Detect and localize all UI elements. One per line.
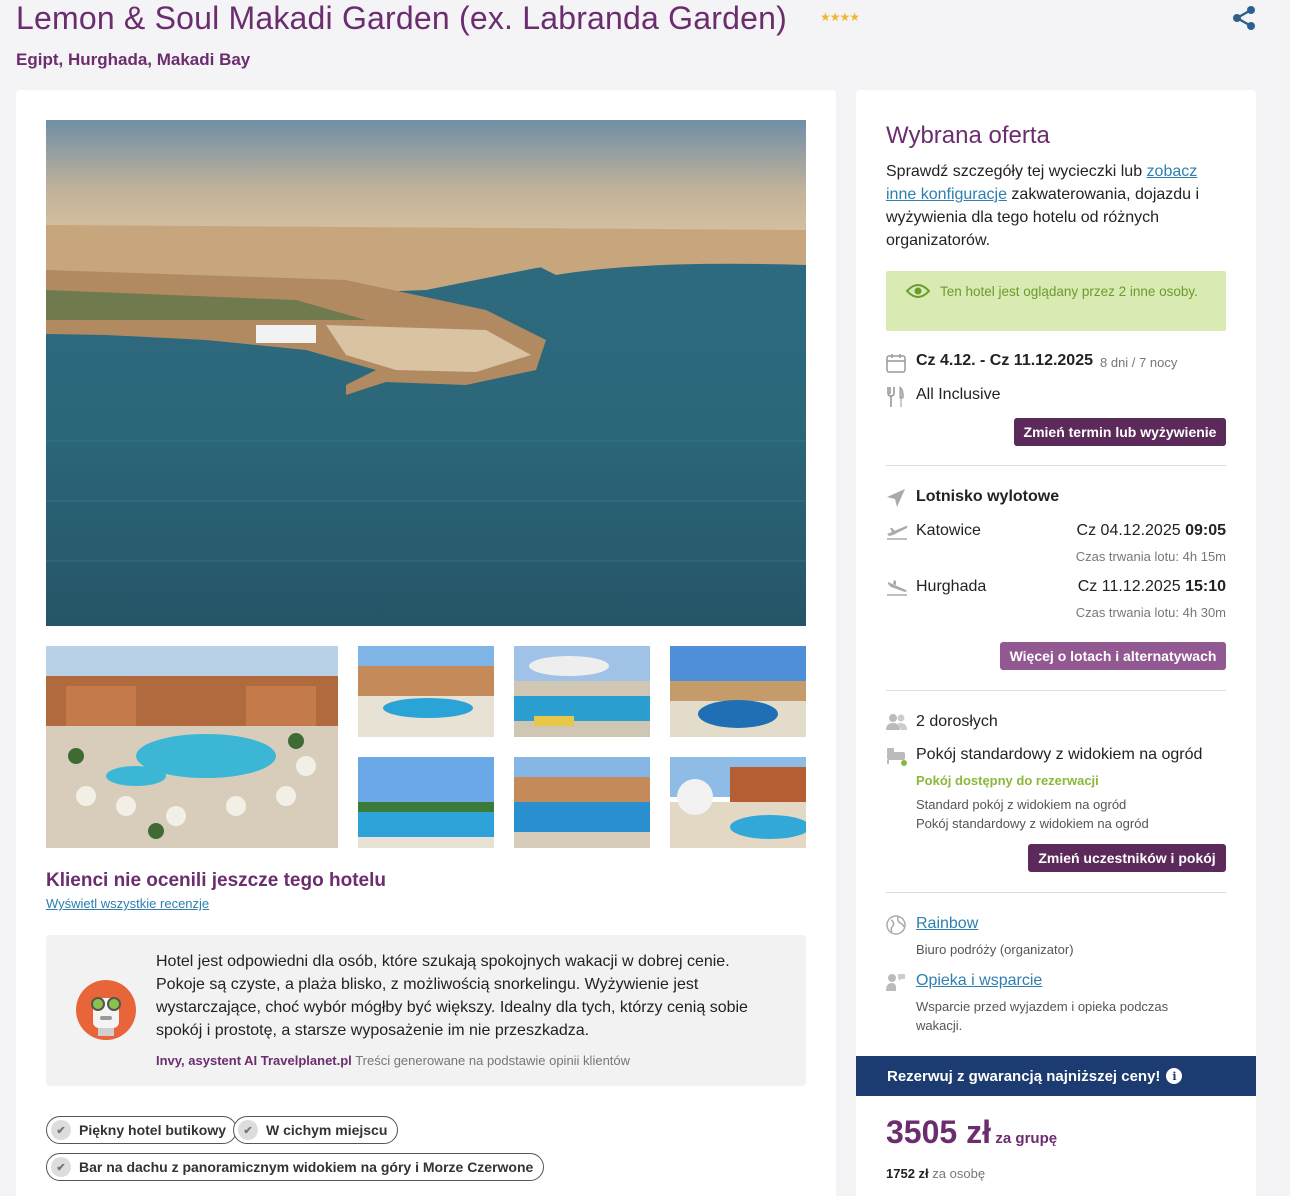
ai-author-note: Treści generowane na podstawie opinii kl… <box>355 1053 631 1068</box>
hotel-photo-thumb[interactable] <box>358 646 494 737</box>
ai-summary-author: Invy, asystent AI Travelplanet.pl Treści… <box>156 1053 630 1068</box>
hotel-title: Lemon & Soul Makadi Garden (ex. Labranda… <box>16 0 787 36</box>
hotel-feature-tag: ✔ Bar na dachu z panoramicznym widokiem n… <box>46 1153 545 1181</box>
location-arrow-icon <box>886 488 908 510</box>
outbound-city: Katowice <box>916 522 981 539</box>
room-name: Pokój standardowy z widokiem na ogród <box>916 746 1203 763</box>
bed-icon <box>886 746 908 768</box>
hotel-location: Egipt, Hurghada, Makadi Bay <box>16 50 251 69</box>
check-icon: ✔ <box>238 1120 258 1140</box>
selected-offer-card: Wybrana oferta Sprawdź szczegóły tej wyc… <box>856 90 1256 1196</box>
price-per-label: za grupę <box>995 1130 1058 1147</box>
more-flights-button[interactable]: Więcej o lotach i alternatywach <box>1000 642 1226 670</box>
info-icon[interactable]: i <box>1166 1068 1183 1084</box>
hotel-photo-thumb[interactable] <box>670 646 806 737</box>
divider <box>886 690 1226 691</box>
organizer-role: Biuro podróży (organizator) <box>916 942 1074 957</box>
hotel-photo-thumb[interactable] <box>514 757 650 848</box>
hotel-photo-thumb[interactable] <box>46 646 338 848</box>
check-icon: ✔ <box>51 1157 71 1177</box>
trip-duration: 8 dni / 7 nocy <box>1100 355 1178 370</box>
departure-airport-label: Lotnisko wylotowe <box>916 488 1060 505</box>
people-icon <box>886 713 908 735</box>
hotel-photo-thumb[interactable] <box>514 646 650 737</box>
ai-summary-text: Hotel jest odpowiedni dla osób, które sz… <box>156 953 748 1039</box>
divider <box>886 892 1226 893</box>
offer-description: Sprawdź szczegóły tej wycieczki lub zoba… <box>886 163 1200 249</box>
group-price: 3505 zł za grupę <box>886 1114 1057 1151</box>
all-reviews-link[interactable]: Wyświetl wszystkie recenzje <box>46 896 209 911</box>
room-detail: Pokój standardowy z widokiem na ogród <box>916 816 1149 831</box>
trip-dates: Cz 4.12. - Cz 11.12.2025 <box>916 352 1093 369</box>
room-detail: Standard pokój z widokiem na ogród <box>916 797 1127 812</box>
support-description: Wsparcie przed wyjazdem i opieka podczas… <box>916 999 1169 1033</box>
return-datetime: Cz 11.12.2025 15:10 <box>1077 578 1226 595</box>
hotel-gallery-card: Klienci nie ocenili jeszcze tego hotelu … <box>16 90 836 1196</box>
plane-takeoff-icon <box>886 522 908 544</box>
reviews-title: Klienci nie ocenili jeszcze tego hotelu <box>46 870 386 891</box>
ai-summary-box: Hotel jest odpowiedni dla osób, które sz… <box>46 935 806 1086</box>
fork-knife-icon <box>886 385 908 408</box>
viewers-text: Ten hotel jest oglądany przez 2 inne oso… <box>940 284 1198 299</box>
check-icon: ✔ <box>51 1120 71 1140</box>
hotel-photo-thumb[interactable] <box>670 757 806 848</box>
return-flight-duration: Czas trwania lotu: 4h 30m <box>1075 605 1226 620</box>
return-city: Hurghada <box>916 578 987 595</box>
offer-title: Wybrana oferta <box>886 122 1050 149</box>
calendar-icon <box>886 353 908 375</box>
ai-author-name: Invy, asystent AI Travelplanet.pl <box>156 1053 352 1068</box>
globe-icon <box>886 915 908 937</box>
viewers-notice: Ten hotel jest oglądany przez 2 inne oso… <box>886 271 1226 331</box>
lowest-price-guarantee-banner[interactable]: Rezerwuj z gwarancją najniższej ceny! i <box>856 1056 1256 1096</box>
travellers-count: 2 dorosłych <box>916 713 998 730</box>
room-availability: Pokój dostępny do rezerwacji <box>916 773 1099 788</box>
change-participants-button[interactable]: Zmień uczestników i pokój <box>1028 844 1226 872</box>
ai-assistant-avatar <box>76 980 136 1040</box>
hotel-photo-thumb[interactable] <box>358 757 494 848</box>
outbound-flight-duration: Czas trwania lotu: 4h 15m <box>1075 549 1226 564</box>
share-icon[interactable] <box>1230 4 1258 32</box>
change-term-button[interactable]: Zmień termin lub wyżywienie <box>1014 418 1226 446</box>
plane-landing-icon <box>886 578 908 600</box>
eye-icon <box>905 283 931 304</box>
hotel-feature-tag: ✔ Piękny hotel butikowy <box>46 1116 238 1144</box>
price-amount: 3505 zł <box>886 1114 991 1150</box>
price-per-person: 1752 zł za osobę <box>886 1166 986 1181</box>
organizer-link[interactable]: Rainbow <box>916 915 978 933</box>
outbound-datetime: Cz 04.12.2025 09:05 <box>1076 522 1226 539</box>
divider <box>886 465 1226 466</box>
hotel-stars: ★★★★ <box>820 10 860 24</box>
hotel-main-photo[interactable] <box>46 120 806 626</box>
support-icon <box>886 972 908 994</box>
support-link[interactable]: Opieka i wsparcie <box>916 972 1042 990</box>
board-type: All Inclusive <box>916 386 1001 403</box>
hotel-feature-tag: ✔ W cichym miejscu <box>233 1116 399 1144</box>
